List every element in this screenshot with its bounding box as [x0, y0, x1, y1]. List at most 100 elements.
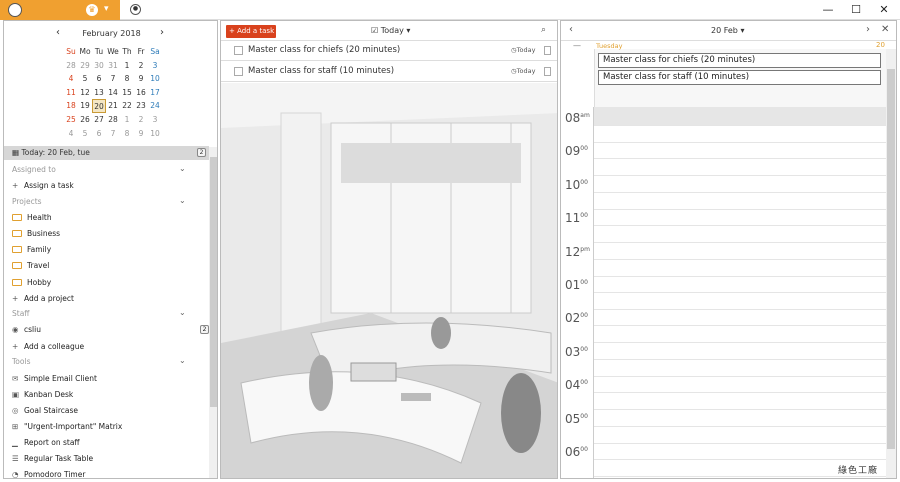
- project-health[interactable]: Health: [12, 212, 52, 224]
- calendar-day[interactable]: 13: [92, 86, 106, 100]
- add-task-button[interactable]: + Add a task: [226, 25, 276, 38]
- task-row[interactable]: Master class for staff (10 minutes) ◷Tod…: [221, 62, 557, 82]
- calendar-day[interactable]: 6: [92, 72, 106, 86]
- note-icon[interactable]: [544, 67, 551, 76]
- projects-header[interactable]: Projects: [12, 197, 42, 206]
- filter-dropdown[interactable]: ☑ Today ▾: [371, 26, 410, 35]
- calendar-day[interactable]: 30: [92, 59, 106, 73]
- staff-header[interactable]: Staff: [12, 309, 29, 318]
- calendar-day[interactable]: 31: [106, 59, 120, 73]
- close-button[interactable]: ✕: [874, 2, 894, 18]
- calendar-day[interactable]: 19: [78, 99, 92, 113]
- scrollbar-thumb[interactable]: [887, 69, 895, 449]
- calendar-day[interactable]: 4: [64, 127, 78, 141]
- assigned-header[interactable]: Assigned to: [12, 165, 56, 174]
- calendar-day[interactable]: 28: [64, 59, 78, 73]
- calendar-day[interactable]: 24: [148, 99, 162, 113]
- premium-crown-icon[interactable]: ♛: [86, 4, 98, 16]
- calendar-day[interactable]: 10: [148, 127, 162, 141]
- calendar-day[interactable]: 9: [134, 127, 148, 141]
- calendar-day[interactable]: 1: [120, 59, 134, 73]
- calendar-day[interactable]: 22: [120, 99, 134, 113]
- calendar-day[interactable]: 11: [64, 86, 78, 100]
- tool-task-table[interactable]: ☰ Regular Task Table: [12, 453, 93, 465]
- calendar-day[interactable]: 8: [120, 72, 134, 86]
- staff-user-csliu[interactable]: ◉ csliu 2: [12, 324, 209, 336]
- add-colleague-link[interactable]: + Add a colleague: [12, 341, 84, 353]
- tool-goal-staircase[interactable]: ◎ Goal Staircase: [12, 405, 78, 417]
- search-icon[interactable]: ⌕: [541, 25, 546, 35]
- calendar-day[interactable]: 2: [134, 113, 148, 127]
- calendar-day[interactable]: 5: [78, 72, 92, 86]
- maximize-button[interactable]: ☐: [846, 2, 866, 18]
- calendar-day[interactable]: 16: [134, 86, 148, 100]
- half-hour-line: [594, 425, 886, 427]
- next-month-icon[interactable]: ›: [160, 27, 164, 38]
- calendar-day[interactable]: 26: [78, 113, 92, 127]
- project-family[interactable]: Family: [12, 244, 51, 256]
- tool-kanban[interactable]: ▣ Kanban Desk: [12, 389, 73, 401]
- assign-task-link[interactable]: + Assign a task: [12, 180, 74, 192]
- tools-header[interactable]: Tools: [12, 357, 30, 366]
- event-block[interactable]: Master class for staff (10 minutes): [598, 70, 881, 85]
- calendar-day[interactable]: 8: [120, 127, 134, 141]
- calendar-day[interactable]: 14: [106, 86, 120, 100]
- chevron-down-icon[interactable]: ⌄: [179, 356, 186, 365]
- event-block[interactable]: Master class for chiefs (20 minutes): [598, 53, 881, 68]
- scrollbar-thumb[interactable]: [210, 157, 217, 407]
- project-hobby[interactable]: Hobby: [12, 277, 51, 289]
- calendar-day[interactable]: 27: [92, 113, 106, 127]
- calendar-day[interactable]: 4: [64, 72, 78, 86]
- plugin-icon[interactable]: ●: [130, 4, 141, 15]
- account-dropdown-icon[interactable]: ▾: [104, 4, 109, 14]
- add-project-link[interactable]: + Add a project: [12, 293, 74, 305]
- task-row[interactable]: Master class for chiefs (20 minutes) ◷To…: [221, 41, 557, 61]
- account-area[interactable]: ♛ ▾: [0, 0, 120, 20]
- chevron-down-icon[interactable]: ⌄: [179, 196, 186, 205]
- calendar-day[interactable]: 6: [92, 127, 106, 141]
- calendar-day[interactable]: 20: [92, 99, 106, 113]
- calendar-day[interactable]: 28: [106, 113, 120, 127]
- calendar-day[interactable]: 21: [106, 99, 120, 113]
- chevron-down-icon[interactable]: ⌄: [179, 164, 186, 173]
- project-business[interactable]: Business: [12, 228, 60, 240]
- chevron-down-icon[interactable]: ⌄: [179, 308, 186, 317]
- calendar-day[interactable]: 29: [78, 59, 92, 73]
- tool-report[interactable]: ▁ Report on staff: [12, 437, 80, 449]
- collapse-icon[interactable]: —: [573, 41, 581, 50]
- calendar-day[interactable]: 23: [134, 99, 148, 113]
- chevron-down-icon: ▾: [406, 26, 411, 35]
- task-checkbox[interactable]: [234, 46, 243, 55]
- calendar-day[interactable]: 2: [134, 59, 148, 73]
- calendar-day[interactable]: 7: [106, 72, 120, 86]
- calendar-day[interactable]: 1: [120, 113, 134, 127]
- calendar-day[interactable]: 3: [148, 59, 162, 73]
- calendar-day[interactable]: 25: [64, 113, 78, 127]
- tool-email-client[interactable]: ✉ Simple Email Client: [12, 373, 97, 385]
- note-icon[interactable]: [544, 46, 551, 55]
- day-view-panel: ‹ 20 Feb ▾ › ✕ — Tuesday 20 Master class…: [560, 20, 897, 479]
- calendar-day[interactable]: 7: [106, 127, 120, 141]
- calendar-day[interactable]: 12: [78, 86, 92, 100]
- sidebar-scrollbar[interactable]: [209, 147, 217, 478]
- close-panel-icon[interactable]: ✕: [881, 24, 889, 35]
- calendar-day[interactable]: 17: [148, 86, 162, 100]
- minimize-button[interactable]: —: [818, 2, 838, 18]
- tool-matrix[interactable]: ⊞ "Urgent-Important" Matrix: [12, 421, 122, 433]
- user-avatar-icon[interactable]: [8, 3, 22, 17]
- date-dropdown[interactable]: 20 Feb ▾: [711, 26, 744, 35]
- calendar-day[interactable]: 3: [148, 113, 162, 127]
- calendar-day[interactable]: 10: [148, 72, 162, 86]
- calendar-day[interactable]: 18: [64, 99, 78, 113]
- prev-day-icon[interactable]: ‹: [569, 24, 573, 35]
- task-checkbox[interactable]: [234, 67, 243, 76]
- today-item[interactable]: ▦ Today: 20 Feb, tue 2: [4, 146, 209, 160]
- title-bar: ♛ ▾ ● — ☐ ✕: [0, 0, 900, 20]
- calendar-day[interactable]: 15: [120, 86, 134, 100]
- calendar-day[interactable]: 5: [78, 127, 92, 141]
- next-day-icon[interactable]: ›: [866, 24, 870, 35]
- day-view-scrollbar[interactable]: [886, 49, 896, 478]
- project-travel[interactable]: Travel: [12, 260, 49, 272]
- tool-pomodoro[interactable]: ◔ Pomodoro Timer: [12, 469, 85, 478]
- calendar-day[interactable]: 9: [134, 72, 148, 86]
